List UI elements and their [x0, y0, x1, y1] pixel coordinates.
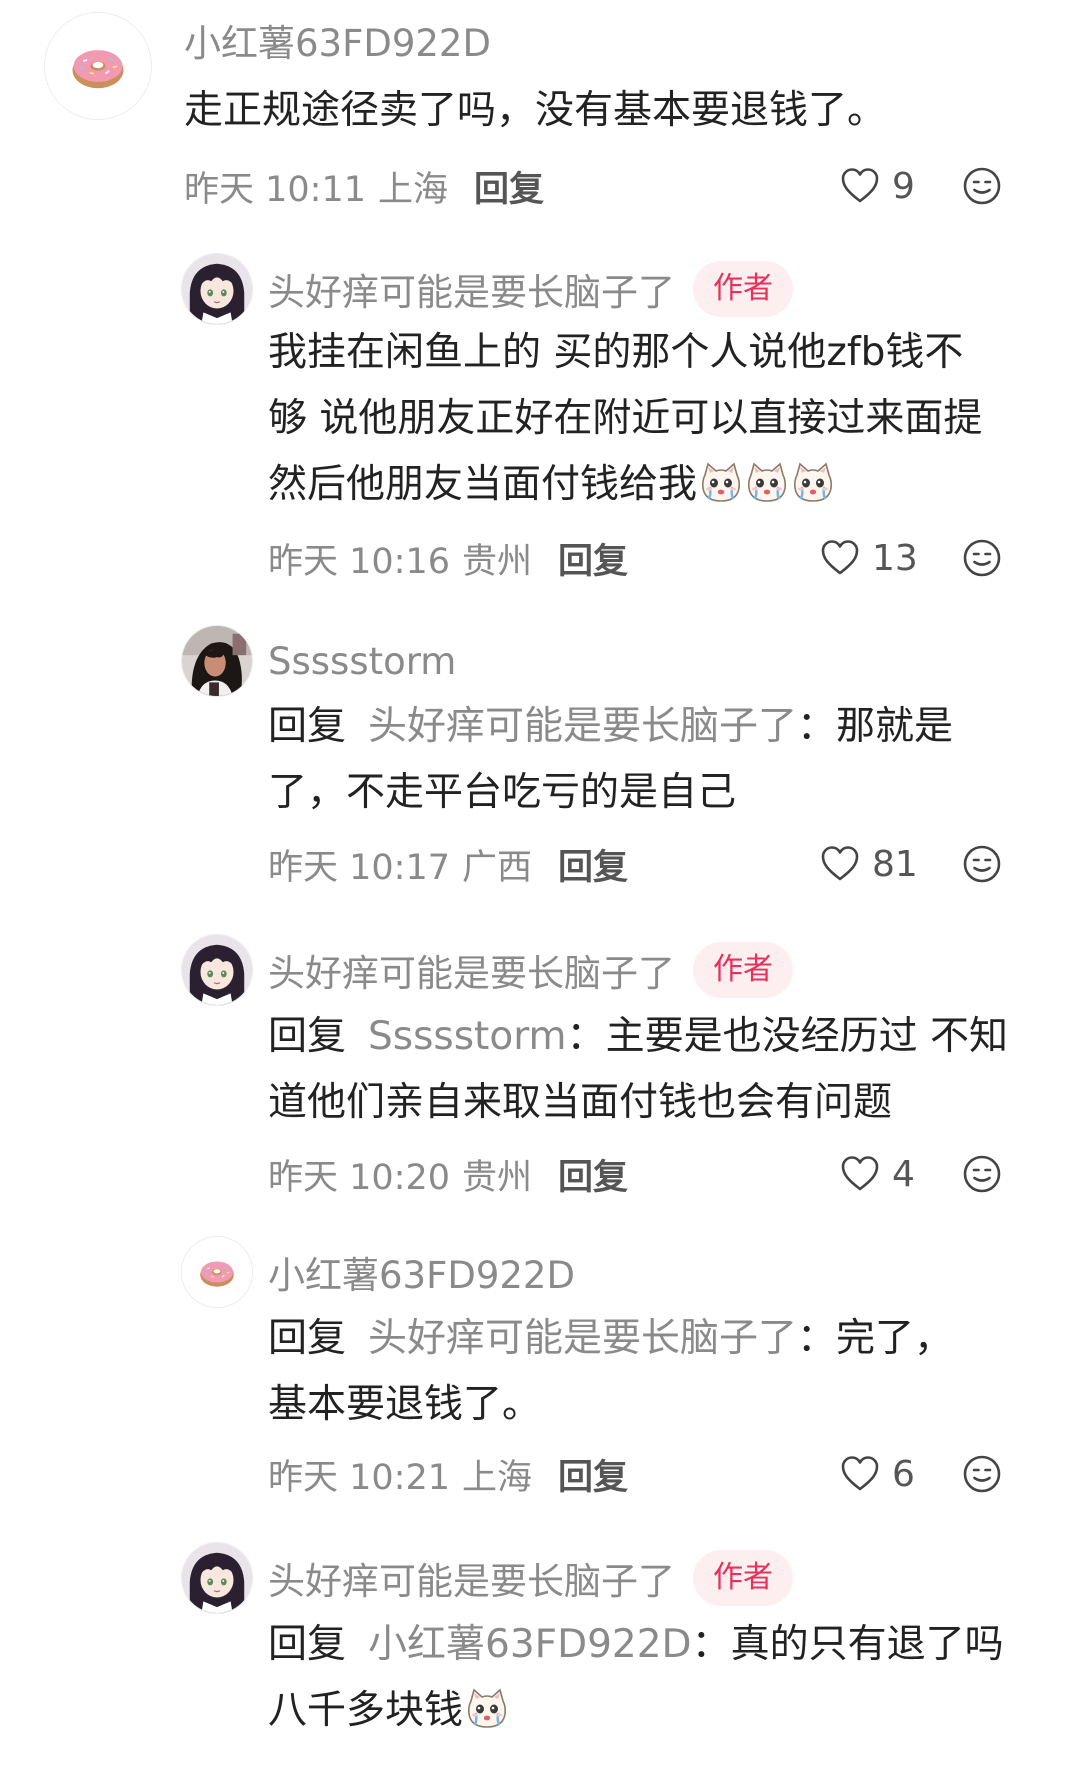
reply-item: 小红薯63FD922D 回复 头好痒可能是要长脑子了：完了， 基本要退钱了。 昨天…	[0, 1236, 1080, 1506]
reply-username[interactable]: 小红薯63FD922D	[268, 1245, 575, 1299]
reply-target-name[interactable]: 头好痒可能是要长脑子了	[368, 704, 797, 749]
reply-button[interactable]: 回复	[558, 1149, 628, 1200]
reply-text: 回复 头好痒可能是要长脑子了：完了， 基本要退钱了。	[268, 1316, 954, 1427]
reply-location: 上海	[462, 1457, 533, 1498]
reply-meta: 昨天 10:21 上海 回复	[268, 1446, 628, 1502]
reply-target-name[interactable]: 头好痒可能是要长脑子了	[368, 1316, 797, 1361]
author-badge: 作者	[693, 942, 793, 998]
like-button[interactable]: 4	[840, 1146, 915, 1202]
crying-cat-emoji	[745, 461, 789, 505]
reply-meta: 昨天 10:20 贵州 回复	[268, 1146, 628, 1202]
donut-avatar-icon	[182, 1237, 252, 1307]
emoji-react-icon[interactable]	[962, 538, 1002, 578]
anime-avatar-icon	[182, 254, 252, 324]
reply-time: 昨天 10:20	[268, 1157, 450, 1198]
reply-time: 昨天 10:17	[268, 847, 450, 888]
reply-username[interactable]: 头好痒可能是要长脑子了	[268, 1551, 675, 1605]
comment-text: 走正规途径卖了吗，没有基本要退钱了。	[184, 88, 887, 133]
crying-cat-emoji	[791, 461, 835, 505]
reply-button[interactable]: 回复	[558, 1449, 628, 1500]
avatar[interactable]	[181, 1236, 253, 1308]
heart-outline-icon	[840, 1154, 880, 1194]
anime-avatar-icon	[182, 935, 252, 1005]
reply-username[interactable]: Ssssstorm	[268, 640, 456, 683]
emoji-react-icon[interactable]	[962, 1454, 1002, 1494]
like-button[interactable]: 13	[820, 530, 918, 586]
avatar[interactable]	[181, 625, 253, 697]
heart-outline-icon	[840, 166, 880, 206]
reply-text: 回复 小红薯63FD922D：真的只有退了吗 八千多块钱	[268, 1622, 1004, 1733]
comment-time: 昨天 10:11	[184, 169, 366, 210]
author-badge: 作者	[693, 261, 793, 317]
like-count: 81	[872, 843, 918, 885]
comment-location: 上海	[378, 169, 449, 210]
like-count: 4	[892, 1153, 915, 1195]
anime-avatar-icon	[182, 1543, 252, 1613]
emoji-react-icon[interactable]	[962, 166, 1002, 206]
heart-outline-icon	[840, 1454, 880, 1494]
reply-username[interactable]: 头好痒可能是要长脑子了	[268, 943, 675, 997]
reply-time: 昨天 10:16	[268, 541, 450, 582]
comment-meta: 昨天 10:11 上海 回复	[184, 158, 544, 214]
like-count: 6	[892, 1453, 915, 1495]
reply-item: Ssssstorm 回复 头好痒可能是要长脑子了：那就是 了，不走平台吃亏的是自己…	[0, 620, 1080, 890]
reply-text: 回复 Ssssstorm：主要是也没经历过 不知 道他们亲自来取当面付钱也会有问题	[268, 1014, 1008, 1125]
author-badge: 作者	[693, 1550, 793, 1606]
like-count: 13	[872, 537, 918, 579]
crying-cat-emoji	[465, 1687, 509, 1731]
avatar[interactable]	[181, 1542, 253, 1614]
like-button[interactable]: 9	[840, 158, 915, 214]
reply-username[interactable]: 头好痒可能是要长脑子了	[268, 262, 675, 316]
like-button[interactable]: 81	[820, 836, 918, 892]
reply-target-name[interactable]: Ssssstorm	[368, 1014, 567, 1059]
reply-item: 头好痒可能是要长脑子了 作者 回复 小红薯63FD922D：真的只有退了吗 八千多…	[0, 1542, 1080, 1766]
reply-location: 贵州	[462, 541, 533, 582]
photo-avatar-icon	[182, 626, 252, 696]
comment-thread: 小红薯63FD922D 走正规途径卖了吗，没有基本要退钱了。 昨天 10:11 …	[0, 0, 1080, 1766]
avatar[interactable]	[181, 253, 253, 325]
like-count: 9	[892, 165, 915, 207]
reply-meta: 昨天 10:17 广西 回复	[268, 836, 628, 892]
heart-outline-icon	[820, 844, 860, 884]
comment-username[interactable]: 小红薯63FD922D	[184, 13, 491, 67]
reply-item: 头好痒可能是要长脑子了 作者 回复 Ssssstorm：主要是也没经历过 不知 道…	[0, 930, 1080, 1200]
emoji-react-icon[interactable]	[962, 844, 1002, 884]
reply-text: 我挂在闲鱼上的 买的那个人说他zfb钱不 够 说他朋友正好在附近可以直接过来面提…	[268, 330, 983, 507]
comment-item: 小红薯63FD922D 走正规途径卖了吗，没有基本要退钱了。 昨天 10:11 …	[0, 0, 1080, 210]
reply-meta: 昨天 10:16 贵州 回复	[268, 530, 628, 586]
reply-item: 头好痒可能是要长脑子了 作者 我挂在闲鱼上的 买的那个人说他zfb钱不 够 说他…	[0, 248, 1080, 582]
reply-location: 贵州	[462, 1157, 533, 1198]
reply-location: 广西	[462, 847, 533, 888]
reply-button[interactable]: 回复	[474, 161, 544, 212]
crying-cat-emoji	[699, 461, 743, 505]
reply-text: 回复 头好痒可能是要长脑子了：那就是 了，不走平台吃亏的是自己	[268, 704, 954, 815]
donut-avatar-icon	[45, 13, 151, 119]
heart-outline-icon	[820, 538, 860, 578]
reply-target-name[interactable]: 小红薯63FD922D	[368, 1622, 692, 1667]
emoji-react-icon[interactable]	[962, 1154, 1002, 1194]
avatar[interactable]	[181, 934, 253, 1006]
reply-button[interactable]: 回复	[558, 533, 628, 584]
reply-button[interactable]: 回复	[558, 839, 628, 890]
like-button[interactable]: 6	[840, 1446, 915, 1502]
avatar[interactable]	[44, 12, 152, 120]
reply-time: 昨天 10:21	[268, 1457, 450, 1498]
